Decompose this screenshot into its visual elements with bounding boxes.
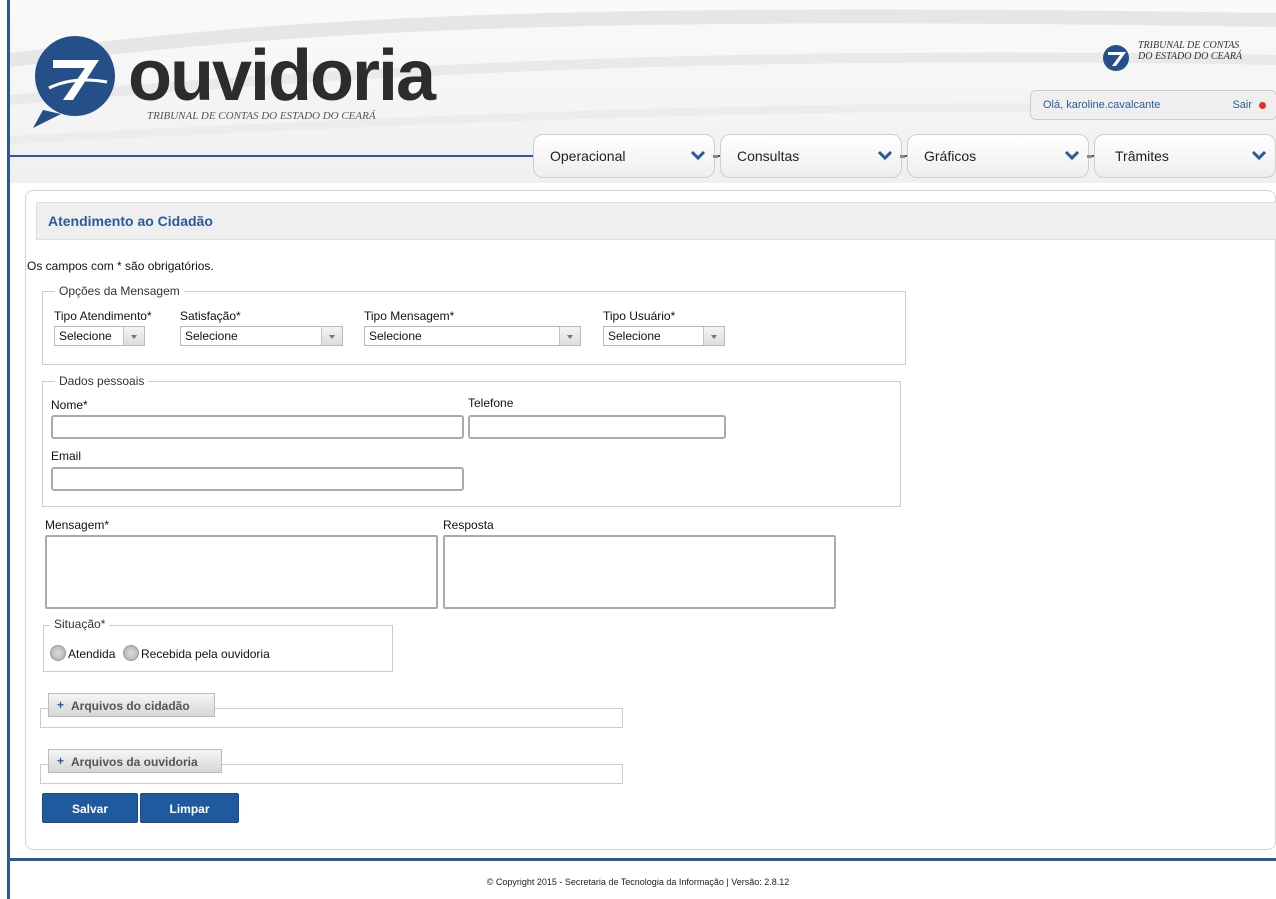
chevron-down-icon bbox=[1064, 150, 1080, 161]
menu-tramites[interactable]: Trâmites bbox=[1094, 134, 1276, 178]
logout-link[interactable]: Sair bbox=[1232, 99, 1252, 111]
plus-icon: + bbox=[57, 698, 65, 712]
menu-label: Operacional bbox=[550, 148, 626, 164]
select-value: Selecione bbox=[608, 329, 661, 343]
menu-operacional[interactable]: Operacional bbox=[533, 134, 718, 178]
page-title: Atendimento ao Cidadão bbox=[48, 213, 213, 229]
resposta-textarea[interactable] bbox=[443, 535, 836, 609]
menu-graficos[interactable]: Gráficos bbox=[907, 134, 1092, 178]
mensagem-textarea[interactable] bbox=[45, 535, 438, 609]
accordion-label: Arquivos do cidadão bbox=[71, 699, 190, 713]
satisfacao-label: Satisfação* bbox=[180, 309, 241, 323]
user-greeting[interactable]: Olá, karoline.cavalcante bbox=[1043, 99, 1160, 111]
radio-atendida[interactable] bbox=[50, 645, 66, 661]
mensagem-label: Mensagem* bbox=[45, 518, 110, 532]
menu-label: Consultas bbox=[737, 148, 800, 164]
tipo-atendimento-select[interactable]: Selecione bbox=[54, 326, 145, 346]
plus-icon: + bbox=[57, 754, 65, 768]
nome-field[interactable] bbox=[51, 415, 464, 439]
select-arrow-icon bbox=[123, 327, 144, 345]
clear-button[interactable]: Limpar bbox=[140, 793, 239, 823]
menu-consultas[interactable]: Consultas bbox=[720, 134, 905, 178]
panel-header: Atendimento ao Cidadão bbox=[36, 202, 1276, 240]
satisfacao-select[interactable]: Selecione bbox=[180, 326, 343, 346]
accordion-label: Arquivos da ouvidoria bbox=[71, 755, 198, 769]
menu-separator bbox=[900, 155, 905, 158]
user-box: Olá, karoline.cavalcante Sair bbox=[1030, 90, 1276, 120]
tipo-usuario-label: Tipo Usuário* bbox=[603, 309, 676, 323]
select-value: Selecione bbox=[185, 329, 238, 343]
org-name-line2: DO ESTADO DO CEARÁ bbox=[1138, 51, 1242, 62]
menu-label: Trâmites bbox=[1115, 148, 1169, 164]
select-arrow-icon bbox=[559, 327, 580, 345]
chevron-down-icon bbox=[690, 150, 706, 161]
telefone-field[interactable] bbox=[468, 415, 726, 439]
required-note: Os campos com * são obrigatórios. bbox=[27, 259, 214, 273]
select-value: Selecione bbox=[369, 329, 422, 343]
menu-label: Gráficos bbox=[924, 148, 977, 164]
options-legend: Opções da Mensagem bbox=[55, 284, 184, 298]
select-value: Selecione bbox=[59, 329, 112, 343]
footer-divider bbox=[10, 858, 1276, 861]
footer-copyright: © Copyright 2015 - Secretaria de Tecnolo… bbox=[486, 877, 790, 887]
logout-dot-icon[interactable] bbox=[1259, 102, 1266, 109]
org-name: TRIBUNAL DE CONTAS DO ESTADO DO CEARÁ bbox=[1138, 40, 1242, 62]
email-label: Email bbox=[51, 449, 82, 463]
brand-name: ouvidoria bbox=[128, 36, 436, 116]
chevron-down-icon bbox=[877, 150, 893, 161]
tipo-atendimento-label: Tipo Atendimento* bbox=[54, 309, 152, 323]
personal-legend: Dados pessoais bbox=[55, 374, 149, 388]
resposta-label: Resposta bbox=[443, 518, 494, 532]
select-arrow-icon bbox=[321, 327, 342, 345]
tipo-mensagem-select[interactable]: Selecione bbox=[364, 326, 581, 346]
ouvidoria-logo-icon bbox=[33, 36, 115, 128]
select-arrow-icon bbox=[703, 327, 724, 345]
chevron-down-icon bbox=[1251, 150, 1267, 161]
radio-atendida-label[interactable]: Atendida bbox=[68, 647, 115, 661]
attachments-cidadao-toggle[interactable]: + Arquivos do cidadão bbox=[48, 693, 215, 717]
brand-subtitle: TRIBUNAL DE CONTAS DO ESTADO DO CEARÁ bbox=[147, 110, 376, 122]
email-field[interactable] bbox=[51, 467, 464, 491]
save-button-label: Salvar bbox=[71, 802, 109, 816]
telefone-label: Telefone bbox=[468, 396, 514, 410]
situacao-legend: Situação* bbox=[50, 617, 110, 631]
tipo-usuario-select[interactable]: Selecione bbox=[603, 326, 725, 346]
nome-label: Nome* bbox=[51, 398, 88, 412]
radio-recebida[interactable] bbox=[123, 645, 139, 661]
menu-separator bbox=[1087, 155, 1092, 158]
tce-logo-icon bbox=[1103, 45, 1129, 71]
org-name-line1: TRIBUNAL DE CONTAS bbox=[1138, 40, 1240, 51]
menu-separator bbox=[713, 155, 718, 158]
attachments-ouvidoria-toggle[interactable]: + Arquivos da ouvidoria bbox=[48, 749, 222, 773]
tipo-mensagem-label: Tipo Mensagem* bbox=[364, 309, 455, 323]
clear-button-label: Limpar bbox=[169, 802, 210, 816]
radio-recebida-label[interactable]: Recebida pela ouvidoria bbox=[141, 647, 270, 661]
save-button[interactable]: Salvar bbox=[42, 793, 138, 823]
